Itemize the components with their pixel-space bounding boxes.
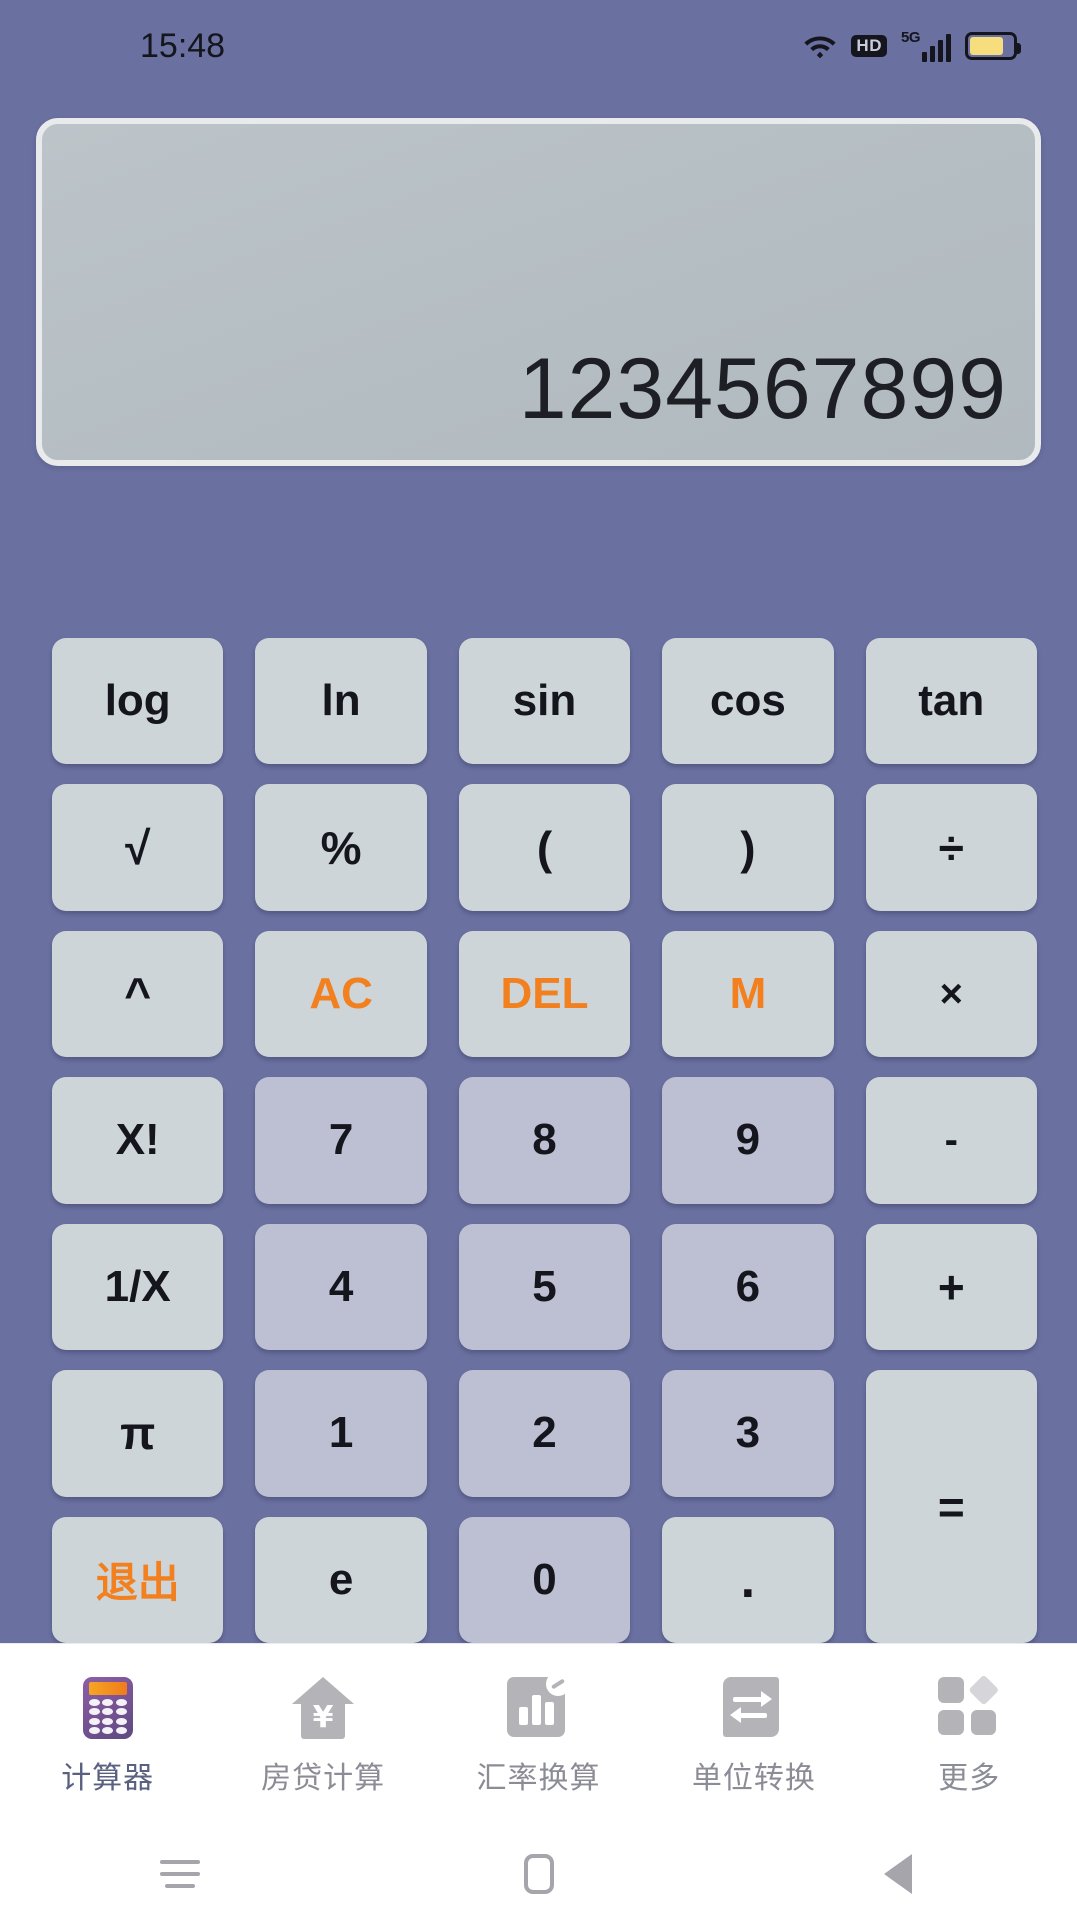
- key-exit[interactable]: 退出: [52, 1516, 224, 1643]
- tab-label-mortgage: 房贷计算: [261, 1761, 386, 1796]
- wifi-icon: [803, 30, 837, 63]
- key-5[interactable]: 5: [458, 1223, 631, 1351]
- key-9[interactable]: 9: [662, 1077, 834, 1204]
- calculator-display: 1234567899: [36, 118, 1041, 466]
- status-bar: 15:48 HD 5G: [0, 0, 1077, 92]
- display-value: 1234567899: [518, 341, 1007, 437]
- key-sqrt[interactable]: √: [52, 784, 224, 911]
- keypad: log ln sin cos tan √ % ( ) ÷ ^ AC DEL M …: [52, 638, 1037, 1643]
- key-7[interactable]: 7: [255, 1077, 427, 1204]
- signal-bars: [922, 34, 951, 62]
- key-pi[interactable]: π: [52, 1370, 224, 1497]
- key-minus[interactable]: -: [865, 1077, 1037, 1204]
- status-time: 15:48: [140, 26, 226, 65]
- key-1[interactable]: 1: [255, 1370, 427, 1497]
- back-icon: [883, 1853, 912, 1894]
- tab-label-exchange-rate: 汇率换算: [476, 1761, 601, 1796]
- key-4[interactable]: 4: [255, 1223, 427, 1351]
- key-power[interactable]: ^: [52, 930, 224, 1058]
- network-label: 5G: [900, 29, 921, 46]
- status-icon-group: HD 5G: [803, 30, 1021, 63]
- swap-arrows-icon: [722, 1677, 785, 1739]
- tab-label-unit-conversion: 单位转换: [691, 1761, 816, 1796]
- key-del[interactable]: DEL: [458, 930, 631, 1058]
- key-cos[interactable]: cos: [662, 638, 834, 765]
- back-button[interactable]: [718, 1853, 1077, 1894]
- key-plus[interactable]: +: [865, 1223, 1037, 1351]
- menu-icon: [159, 1859, 200, 1888]
- recents-button[interactable]: [0, 1859, 359, 1888]
- tab-label-more: 更多: [938, 1761, 1001, 1796]
- tab-unit-conversion[interactable]: 单位转换: [654, 1677, 854, 1797]
- key-percent[interactable]: %: [255, 784, 427, 911]
- tab-label-calculator: 计算器: [61, 1761, 155, 1796]
- grid-more-icon: [938, 1674, 1000, 1739]
- tab-calculator[interactable]: 计算器: [8, 1677, 208, 1797]
- key-divide[interactable]: ÷: [865, 784, 1037, 911]
- hd-icon: HD: [851, 35, 887, 57]
- key-factorial[interactable]: X!: [52, 1077, 224, 1204]
- key-log[interactable]: log: [52, 638, 224, 765]
- key-6[interactable]: 6: [662, 1223, 834, 1351]
- key-paren-close[interactable]: ): [662, 784, 834, 911]
- 5g-signal-icon: 5G: [901, 30, 951, 62]
- calculator-app-screen: 15:48 HD 5G 1234567899 log ln sin cos ta…: [0, 0, 1077, 1917]
- bottom-tab-bar: 计算器 ¥ 房贷计算 汇率换算 单位转换 更多: [0, 1643, 1077, 1830]
- tab-exchange-rate[interactable]: 汇率换算: [438, 1672, 638, 1797]
- calculator-icon: [77, 1677, 139, 1739]
- battery-icon: [965, 32, 1021, 60]
- house-yen-icon: ¥: [292, 1677, 355, 1739]
- key-multiply[interactable]: ×: [865, 930, 1037, 1058]
- key-e[interactable]: e: [255, 1516, 427, 1643]
- key-ln[interactable]: ln: [255, 638, 427, 765]
- key-2[interactable]: 2: [458, 1370, 631, 1497]
- key-memory[interactable]: M: [662, 930, 834, 1058]
- key-reciprocal[interactable]: 1/X: [52, 1223, 224, 1351]
- home-icon: [523, 1853, 554, 1894]
- key-3[interactable]: 3: [662, 1370, 834, 1497]
- key-equals[interactable]: =: [865, 1370, 1037, 1643]
- bar-chart-icon: [507, 1672, 571, 1739]
- tab-more[interactable]: 更多: [869, 1674, 1069, 1797]
- key-sin[interactable]: sin: [458, 638, 631, 765]
- home-button[interactable]: [359, 1853, 718, 1894]
- key-paren-open[interactable]: (: [458, 784, 631, 911]
- key-ac[interactable]: AC: [255, 930, 427, 1058]
- key-0[interactable]: 0: [458, 1516, 631, 1643]
- key-tan[interactable]: tan: [865, 638, 1037, 765]
- key-8[interactable]: 8: [458, 1077, 631, 1204]
- key-decimal[interactable]: .: [662, 1516, 834, 1643]
- tab-mortgage[interactable]: ¥ 房贷计算: [223, 1677, 423, 1797]
- system-navigation-bar: [0, 1830, 1077, 1917]
